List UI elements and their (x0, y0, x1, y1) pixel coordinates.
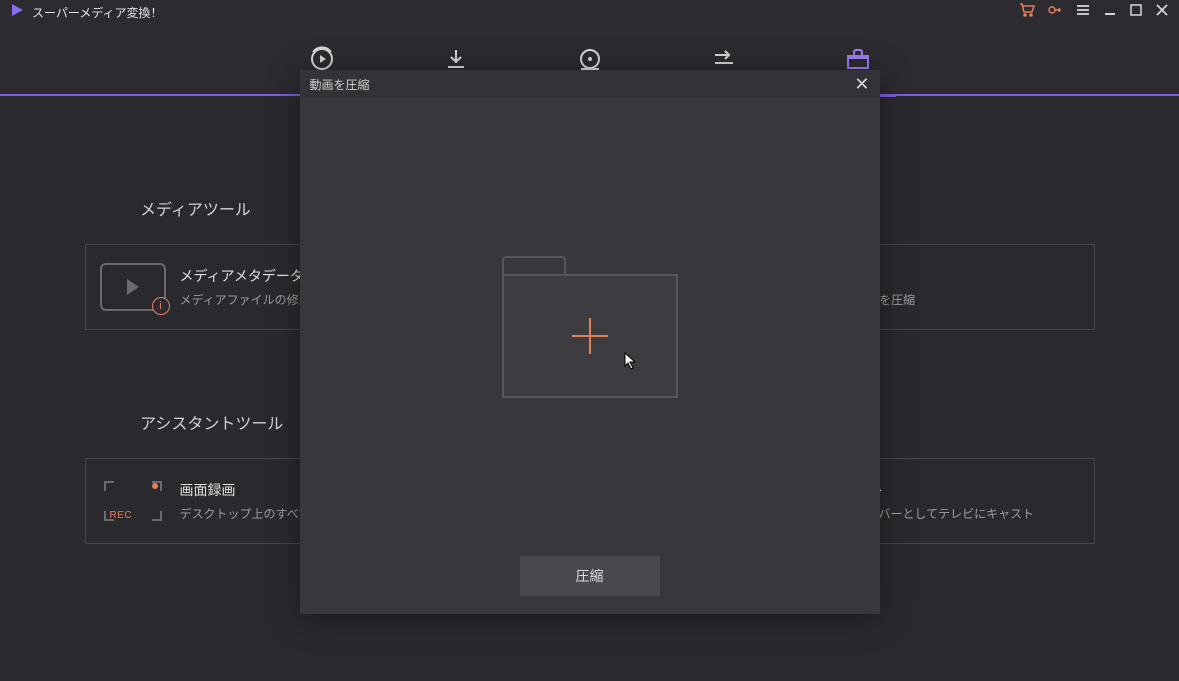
close-icon[interactable] (1155, 3, 1169, 22)
plus-icon (572, 318, 608, 354)
cart-icon[interactable] (1019, 2, 1035, 23)
modal-header: 動画を圧縮 ✕ (300, 70, 880, 98)
minimize-icon[interactable] (1103, 3, 1117, 22)
rec-label: REC (110, 510, 133, 521)
play-info-icon: i (100, 263, 166, 311)
folder-body-icon (502, 274, 678, 398)
compress-button[interactable]: 圧縮 (520, 556, 660, 596)
app-logo (10, 3, 24, 22)
folder-tab-icon (502, 256, 566, 274)
modal-close-icon[interactable]: ✕ (854, 75, 869, 93)
modal-title: 動画を圧縮 (310, 76, 370, 93)
menu-icon[interactable] (1075, 2, 1091, 23)
add-file-dropzone[interactable] (502, 256, 678, 398)
key-icon[interactable] (1047, 2, 1063, 23)
app-title: スーパーメディア変換！ (32, 4, 163, 21)
title-bar: スーパーメディア変換！ (0, 0, 1179, 24)
info-badge-icon: i (152, 297, 170, 315)
compress-video-modal: 動画を圧縮 ✕ 圧縮 (300, 70, 880, 614)
screen-record-icon: REC (100, 477, 166, 525)
maximize-icon[interactable] (1129, 3, 1143, 22)
